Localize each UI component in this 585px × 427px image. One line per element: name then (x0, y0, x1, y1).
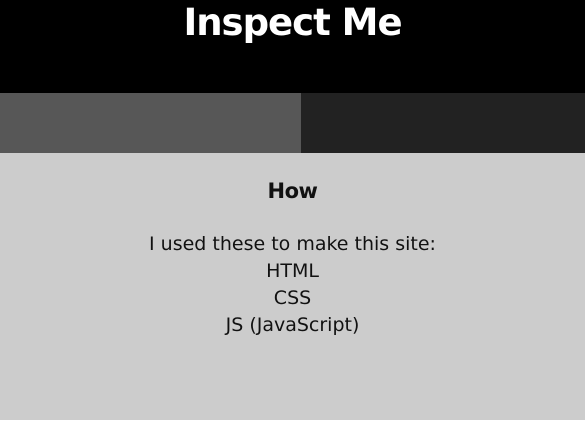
list-item-html: HTML (266, 260, 319, 282)
tab-bar (0, 93, 585, 153)
tab-left[interactable] (0, 93, 301, 153)
page-bottom-margin (0, 420, 585, 427)
page-header: Inspect Me (0, 0, 585, 93)
list-item-js: JS (JavaScript) (225, 314, 360, 336)
page-title: Inspect Me (183, 1, 402, 44)
section-heading: How (267, 179, 318, 203)
list-item-css: CSS (273, 287, 312, 309)
intro-line: I used these to make this site: (149, 233, 436, 255)
tab-right[interactable] (301, 93, 585, 153)
content-panel: How I used these to make this site: HTML… (0, 153, 585, 420)
section-body: I used these to make this site: HTML CSS… (0, 231, 585, 339)
